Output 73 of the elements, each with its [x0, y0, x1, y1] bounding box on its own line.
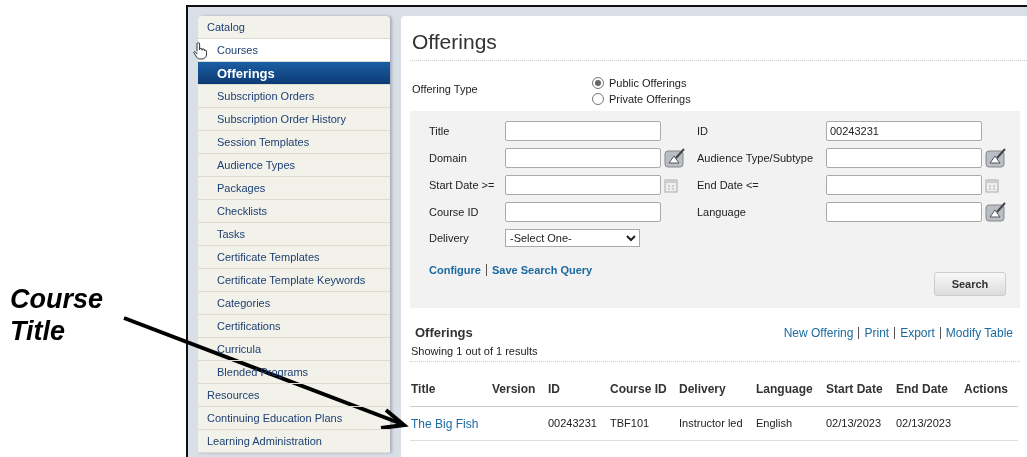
sidebar-item[interactable]: Offerings	[198, 62, 390, 85]
table-cell: 00243231	[547, 407, 609, 441]
field-label: Offering Type	[412, 82, 479, 97]
field-label: End Date <=	[697, 179, 760, 191]
field-label: Delivery	[429, 232, 470, 244]
field-label: Course ID	[429, 206, 480, 218]
link[interactable]: New Offering	[783, 326, 854, 340]
radio-option[interactable]: Private Offerings	[592, 93, 691, 105]
field-label: ID	[697, 125, 709, 137]
field-label: Language	[697, 206, 747, 218]
sidebar-item[interactable]: Resources	[198, 384, 390, 407]
column-header: Title	[410, 362, 491, 407]
column-header: Actions	[963, 362, 1018, 407]
callout-text: Course Title	[10, 283, 105, 347]
search-field[interactable]	[826, 148, 982, 168]
results-summary: Showing 1 out of 1 results	[410, 340, 1020, 362]
lookup-icon[interactable]	[985, 148, 1007, 168]
table-cell: Instructor led	[678, 407, 755, 441]
link[interactable]: Print	[864, 326, 890, 340]
sidebar-item[interactable]: Certificate Template Keywords	[198, 269, 390, 292]
search-field[interactable]	[505, 202, 661, 222]
sidebar-item[interactable]: Tasks	[198, 223, 390, 246]
field-label: Audience Type/Subtype	[697, 152, 814, 164]
field-label: Domain	[429, 152, 468, 164]
sidebar-item[interactable]: Curricula	[198, 338, 390, 361]
sidebar-item[interactable]: Audience Types	[198, 154, 390, 177]
search-field[interactable]: 00243231	[826, 121, 982, 141]
radio-icon[interactable]	[592, 77, 604, 89]
calendar-icon[interactable]	[985, 177, 999, 193]
link[interactable]: Save Search Query	[491, 264, 593, 276]
section-title: Offerings	[415, 325, 473, 340]
sidebar-item[interactable]: Continuing Education Plans	[198, 407, 390, 430]
field-label: Start Date >=	[429, 179, 496, 191]
link[interactable]: Configure	[429, 264, 481, 276]
sidebar-item[interactable]: Categories	[198, 292, 390, 315]
column-header: Version	[491, 362, 547, 407]
lookup-icon[interactable]	[664, 148, 686, 168]
column-header: Start Date	[825, 362, 895, 407]
sidebar-item[interactable]: Checklists	[198, 200, 390, 223]
sidebar-item[interactable]: Certifications	[198, 315, 390, 338]
search-field[interactable]	[826, 175, 982, 195]
delivery-select[interactable]: -Select One-	[505, 229, 640, 247]
title-link[interactable]: The Big Fish	[410, 407, 491, 441]
link[interactable]: Export	[900, 326, 935, 340]
sidebar-item[interactable]: Learning Administration	[198, 430, 390, 453]
lookup-icon[interactable]	[985, 202, 1007, 222]
column-header: ID	[547, 362, 609, 407]
column-header: End Date	[895, 362, 963, 407]
field-label: Title	[429, 125, 451, 137]
table-cell: TBF101	[609, 407, 678, 441]
sidebar-item[interactable]: Subscription Orders	[198, 85, 390, 108]
column-header: Course ID	[609, 362, 678, 407]
page-title: Offerings	[410, 16, 1027, 61]
search-button[interactable]: Search	[934, 272, 1006, 296]
column-header: Delivery	[678, 362, 755, 407]
sidebar-item[interactable]: Courses	[198, 39, 390, 62]
link[interactable]: Modify Table	[945, 326, 1013, 340]
sidebar-item[interactable]: Packages	[198, 177, 390, 200]
search-field[interactable]	[505, 121, 661, 141]
column-header: Language	[755, 362, 825, 407]
hand-cursor-icon	[193, 42, 207, 60]
sidebar-item[interactable]: Session Templates	[198, 131, 390, 154]
table-cell: 02/13/2023	[825, 407, 895, 441]
radio-option[interactable]: Public Offerings	[592, 77, 691, 89]
sidebar-item[interactable]: Subscription Order History	[198, 108, 390, 131]
calendar-icon[interactable]	[664, 177, 678, 193]
sidebar-item[interactable]: Certificate Templates	[198, 246, 390, 269]
radio-icon[interactable]	[592, 93, 604, 105]
table-cell: English	[755, 407, 825, 441]
search-field[interactable]	[505, 175, 661, 195]
search-field[interactable]	[826, 202, 982, 222]
table-cell: 02/13/2023	[895, 407, 963, 441]
search-field[interactable]	[505, 148, 661, 168]
